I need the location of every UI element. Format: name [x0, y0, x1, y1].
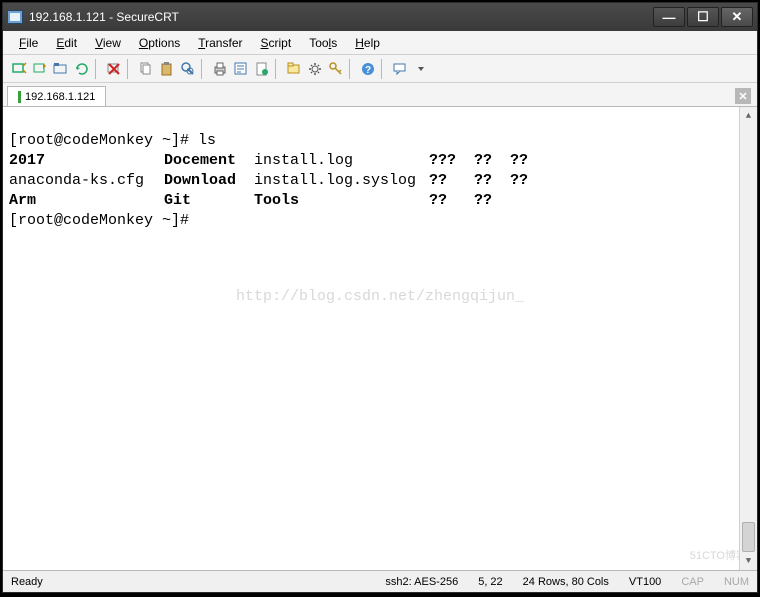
scroll-track[interactable] — [740, 125, 757, 552]
prompt: [root@codeMonkey ~]# — [9, 132, 198, 149]
maximize-button[interactable]: ☐ — [687, 7, 719, 27]
vertical-scrollbar[interactable]: ▲ ▼ — [739, 107, 757, 570]
disconnect-icon[interactable] — [104, 59, 124, 79]
copy-icon[interactable] — [136, 59, 156, 79]
status-dims: 24 Rows, 80 Cols — [523, 576, 609, 588]
menu-tools[interactable]: Tools — [301, 33, 345, 53]
connect-tab-icon[interactable] — [51, 59, 71, 79]
reconnect-icon[interactable] — [72, 59, 92, 79]
scroll-up-icon[interactable]: ▲ — [740, 107, 757, 125]
print-icon[interactable] — [210, 59, 230, 79]
properties-icon[interactable] — [231, 59, 251, 79]
window-controls: ― ☐ ✕ — [653, 7, 753, 27]
separator — [201, 59, 207, 79]
separator — [349, 59, 355, 79]
scroll-thumb[interactable] — [742, 522, 755, 552]
prompt: [root@codeMonkey ~]# — [9, 212, 198, 229]
key-icon[interactable] — [326, 59, 346, 79]
toolbar: ? — [3, 55, 757, 83]
titlebar[interactable]: 192.168.1.121 - SecureCRT ― ☐ ✕ — [3, 3, 757, 31]
watermark: http://blog.csdn.net/zhengqijun_ — [3, 287, 757, 307]
menu-options[interactable]: Options — [131, 33, 188, 53]
app-window: 192.168.1.121 - SecureCRT ― ☐ ✕ File Edi… — [2, 2, 758, 593]
status-ready: Ready — [11, 576, 43, 588]
menu-help[interactable]: Help — [347, 33, 388, 53]
ls-output: 2017 — [9, 151, 164, 171]
menu-edit[interactable]: Edit — [48, 33, 85, 53]
quick-connect-icon[interactable] — [30, 59, 50, 79]
scroll-down-icon[interactable]: ▼ — [740, 552, 757, 570]
status-cipher: ssh2: AES-256 — [385, 576, 458, 588]
window-title: 192.168.1.121 - SecureCRT — [29, 10, 653, 24]
find-icon[interactable] — [178, 59, 198, 79]
session-tab[interactable]: 192.168.1.121 — [7, 86, 106, 106]
menu-view[interactable]: View — [87, 33, 129, 53]
menu-transfer[interactable]: Transfer — [190, 33, 250, 53]
log-icon[interactable] — [252, 59, 272, 79]
status-emulation: VT100 — [629, 576, 661, 588]
menu-file[interactable]: File — [11, 33, 46, 53]
menu-script[interactable]: Script — [253, 33, 300, 53]
paste-icon[interactable] — [157, 59, 177, 79]
command: ls — [198, 132, 216, 149]
terminal[interactable]: [root@codeMonkey ~]# ls 2017Docementinst… — [3, 107, 757, 570]
separator — [127, 59, 133, 79]
tabbar: 192.168.1.121 ✕ — [3, 83, 757, 107]
tab-active-indicator — [18, 91, 21, 103]
connect-icon[interactable] — [9, 59, 29, 79]
status-cursor: 5, 22 — [478, 576, 502, 588]
menubar: File Edit View Options Transfer Script T… — [3, 31, 757, 55]
close-button[interactable]: ✕ — [721, 7, 753, 27]
minimize-button[interactable]: ― — [653, 7, 685, 27]
chat-icon[interactable] — [390, 59, 410, 79]
separator — [381, 59, 387, 79]
separator — [95, 59, 101, 79]
separator — [275, 59, 281, 79]
status-cap: CAP — [681, 576, 704, 588]
statusbar: Ready ssh2: AES-256 5, 22 24 Rows, 80 Co… — [3, 570, 757, 592]
svg-text:?: ? — [365, 65, 371, 76]
app-icon — [7, 10, 23, 24]
tab-close-icon[interactable]: ✕ — [735, 88, 751, 104]
status-num: NUM — [724, 576, 749, 588]
settings-icon[interactable] — [305, 59, 325, 79]
dropdown-icon[interactable] — [411, 59, 431, 79]
help-icon[interactable]: ? — [358, 59, 378, 79]
tab-label: 192.168.1.121 — [25, 91, 95, 103]
new-session-icon[interactable] — [284, 59, 304, 79]
